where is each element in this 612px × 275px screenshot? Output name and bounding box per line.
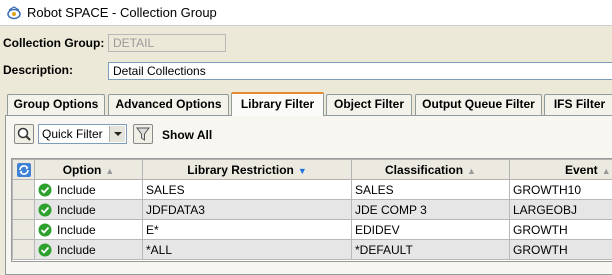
description-field[interactable]: Detail Collections — [108, 62, 612, 80]
classification-cell[interactable]: JDE COMP 3 — [352, 200, 510, 220]
robot-space-app-icon — [6, 5, 22, 21]
row-header[interactable] — [13, 220, 35, 240]
window-title: Robot SPACE - Collection Group — [27, 5, 217, 20]
collection-group-field: DETAIL — [108, 34, 226, 52]
description-label: Description: — [3, 63, 73, 77]
table-row[interactable]: Include E* EDIDEV GROWTH — [13, 220, 612, 240]
search-button[interactable] — [14, 124, 34, 144]
table-row[interactable]: Include *ALL *DEFAULT GROWTH — [13, 240, 612, 260]
sort-descending-icon: ▼ — [298, 166, 307, 176]
library-filter-table: Option▲ Library Restriction▼ Classificat… — [11, 158, 612, 262]
filter-button[interactable] — [133, 124, 153, 144]
row-header[interactable] — [13, 200, 35, 220]
column-header-event[interactable]: Event▲ — [510, 160, 612, 180]
refresh-button[interactable] — [13, 160, 35, 180]
table-row[interactable]: Include JDFDATA3 JDE COMP 3 LARGEOBJ — [13, 200, 612, 220]
tab-group-options[interactable]: Group Options — [7, 94, 105, 115]
tab-library-filter[interactable]: Library Filter — [231, 92, 324, 116]
library-cell[interactable]: JDFDATA3 — [143, 200, 352, 220]
refresh-icon — [16, 162, 32, 176]
check-icon — [38, 183, 52, 197]
chevron-down-icon[interactable] — [109, 126, 125, 142]
classification-cell[interactable]: *DEFAULT — [352, 240, 510, 260]
title-bar: Robot SPACE - Collection Group — [0, 0, 612, 26]
quick-filter-value: Quick Filter — [42, 127, 103, 141]
check-icon — [38, 243, 52, 257]
column-header-classification[interactable]: Classification▲ — [352, 160, 510, 180]
event-cell[interactable]: LARGEOBJ — [510, 200, 612, 220]
event-cell[interactable]: GROWTH10 — [510, 180, 612, 200]
tab-object-filter[interactable]: Object Filter — [326, 94, 412, 115]
library-cell[interactable]: SALES — [143, 180, 352, 200]
column-header-library-restriction[interactable]: Library Restriction▼ — [143, 160, 352, 180]
check-icon — [38, 223, 52, 237]
collection-group-label: Collection Group: — [3, 36, 104, 50]
row-header[interactable] — [13, 180, 35, 200]
tab-ifs-filter[interactable]: IFS Filter — [544, 94, 612, 115]
funnel-icon — [134, 132, 152, 146]
option-cell[interactable]: Include — [35, 220, 143, 240]
tab-bar: Group Options Advanced Options Library F… — [7, 92, 612, 115]
row-header[interactable] — [13, 240, 35, 260]
tab-advanced-options[interactable]: Advanced Options — [108, 94, 229, 115]
sort-ascending-icon: ▲ — [602, 166, 611, 176]
classification-cell[interactable]: SALES — [352, 180, 510, 200]
tab-output-queue-filter[interactable]: Output Queue Filter — [415, 94, 542, 115]
option-cell[interactable]: Include — [35, 200, 143, 220]
show-all-link[interactable]: Show All — [162, 128, 212, 142]
library-cell[interactable]: E* — [143, 220, 352, 240]
column-header-option[interactable]: Option▲ — [35, 160, 143, 180]
sort-ascending-icon: ▲ — [105, 166, 114, 176]
table-row[interactable]: Include SALES SALES GROWTH10 — [13, 180, 612, 200]
event-cell[interactable]: GROWTH — [510, 240, 612, 260]
check-icon — [38, 203, 52, 217]
option-cell[interactable]: Include — [35, 180, 143, 200]
search-icon — [15, 132, 33, 146]
option-cell[interactable]: Include — [35, 240, 143, 260]
sort-ascending-icon: ▲ — [467, 166, 476, 176]
library-cell[interactable]: *ALL — [143, 240, 352, 260]
classification-cell[interactable]: EDIDEV — [352, 220, 510, 240]
event-cell[interactable]: GROWTH — [510, 220, 612, 240]
quick-filter-select[interactable]: Quick Filter — [38, 124, 127, 144]
